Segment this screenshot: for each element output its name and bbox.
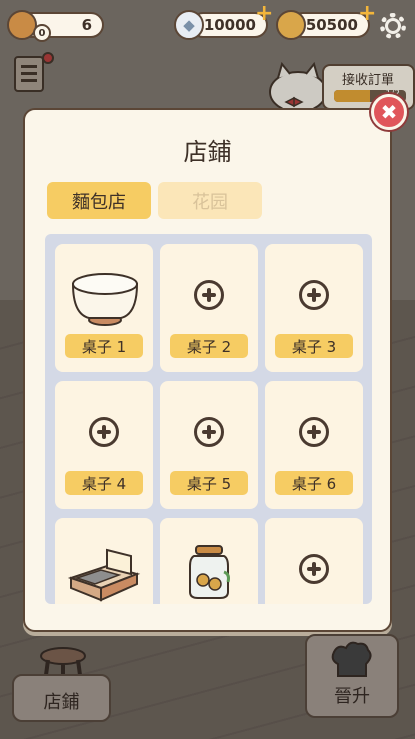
tab-garden[interactable]: 花园: [158, 182, 262, 219]
add-icon[interactable]: [299, 280, 329, 310]
add-icon[interactable]: [89, 417, 119, 447]
furniture-slot[interactable]: [265, 518, 363, 604]
furniture-slot[interactable]: 桌子 4: [55, 381, 153, 509]
tab-bakery[interactable]: 麵包店: [47, 182, 151, 219]
round-table-icon: [71, 273, 139, 326]
upgrade-button-label: 晉升: [334, 686, 370, 707]
slot-label: 桌子 4: [65, 471, 143, 495]
furniture-slot[interactable]: [55, 518, 153, 604]
add-gems-button[interactable]: +: [255, 3, 273, 25]
shop-panel: 店鋪 麵包店 花园 桌子 1 桌子 2 桌子 3 桌子 4 桌子 5 桌子 6: [23, 108, 392, 632]
add-coins-button[interactable]: +: [358, 3, 376, 25]
panel-title: 店鋪: [183, 138, 232, 166]
furniture-slot[interactable]: 桌子 5: [160, 381, 258, 509]
furniture-slot[interactable]: [160, 518, 258, 604]
slot-label: 桌子 6: [275, 471, 353, 495]
close-button[interactable]: ✖: [371, 94, 407, 130]
chef-hat-icon: [331, 641, 372, 677]
slot-label: 桌子 1: [65, 334, 143, 358]
diamond-icon: ◆: [174, 10, 204, 40]
furniture-slot[interactable]: 桌子 3: [265, 244, 363, 372]
gold-coin-icon: [276, 10, 306, 40]
slot-label: 桌子 5: [170, 471, 248, 495]
shop-button-label: 店鋪: [43, 692, 80, 713]
gem-count: 10000: [203, 16, 256, 34]
furniture-slot[interactable]: 桌子 1: [55, 244, 153, 372]
shop-button[interactable]: 店鋪: [12, 674, 111, 722]
cookie-count: 6: [81, 16, 92, 34]
cookie-jar-icon: [189, 545, 230, 599]
settings-gear-icon[interactable]: [380, 13, 406, 39]
furniture-grid[interactable]: 桌子 1 桌子 2 桌子 3 桌子 4 桌子 5 桌子 6: [45, 234, 372, 604]
slot-label: 桌子 3: [275, 334, 353, 358]
coin-count: 50500: [305, 16, 358, 34]
display-counter-icon: [67, 548, 141, 602]
add-icon[interactable]: [299, 554, 329, 584]
add-icon[interactable]: [299, 417, 329, 447]
furniture-slot[interactable]: 桌子 2: [160, 244, 258, 372]
add-icon[interactable]: [194, 417, 224, 447]
cookie-badge: 0: [33, 24, 51, 42]
furniture-slot[interactable]: 桌子 6: [265, 381, 363, 509]
slot-label: 桌子 2: [170, 334, 248, 358]
add-icon[interactable]: [194, 280, 224, 310]
